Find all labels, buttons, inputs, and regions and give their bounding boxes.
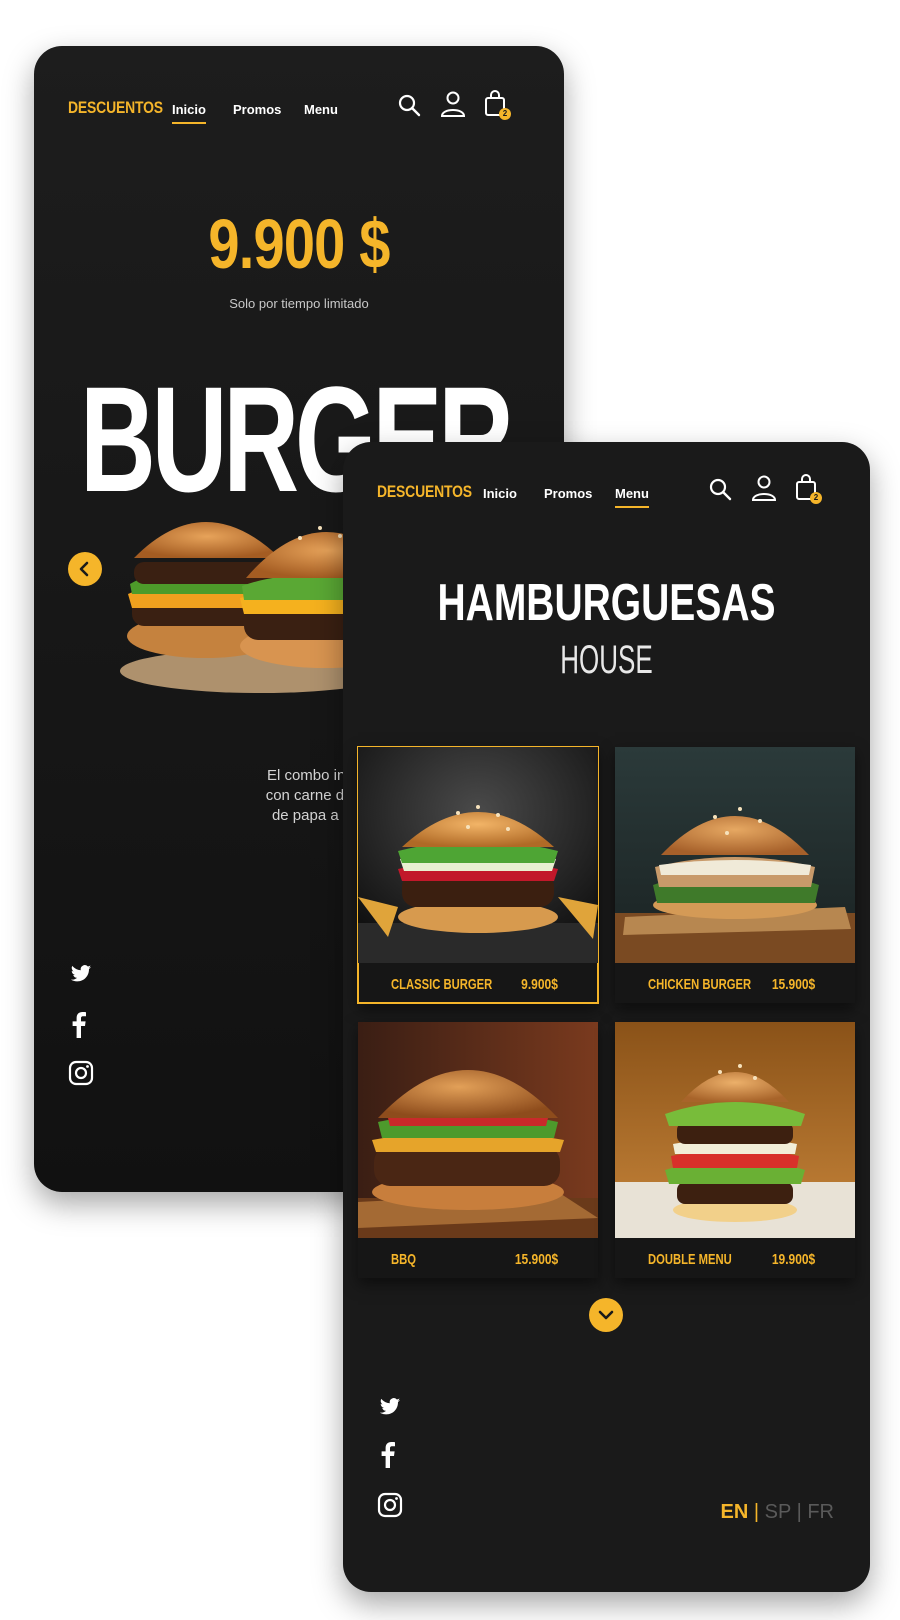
- classic-burger-image: [358, 747, 598, 963]
- nav-menu[interactable]: Menu: [304, 102, 338, 117]
- search-icon[interactable]: [707, 476, 733, 502]
- page-subtitle: HOUSE: [560, 638, 653, 682]
- brand-logo[interactable]: DESCUENTOS: [68, 98, 163, 118]
- menu-item-name: DOUBLE MENU: [648, 1251, 732, 1268]
- menu-item-price: 15.900$: [514, 1251, 558, 1268]
- lang-en[interactable]: EN: [721, 1501, 749, 1523]
- scroll-down-button[interactable]: [589, 1298, 623, 1332]
- cart-badge: 2: [810, 492, 822, 504]
- user-icon[interactable]: [440, 90, 466, 117]
- lang-separator: |: [796, 1501, 808, 1523]
- chevron-left-icon: [79, 561, 89, 577]
- facebook-icon[interactable]: [381, 1442, 405, 1468]
- chicken-burger-image: [615, 747, 855, 963]
- menu-card-double-menu[interactable]: DOUBLE MENU 19.900$: [615, 1022, 855, 1278]
- twitter-icon[interactable]: [379, 1397, 403, 1421]
- instagram-icon[interactable]: [68, 1060, 94, 1086]
- nav-promos[interactable]: Promos: [233, 102, 281, 117]
- twitter-icon[interactable]: [70, 964, 94, 988]
- page-title: HAMBURGUESAS: [437, 574, 776, 632]
- facebook-icon[interactable]: [72, 1012, 96, 1038]
- nav-inicio[interactable]: Inicio: [172, 102, 206, 124]
- menu-card-classic-burger[interactable]: CLASSIC BURGER 9.900$: [357, 746, 599, 1004]
- chevron-down-icon: [598, 1310, 614, 1320]
- cart-badge: 2: [499, 108, 511, 120]
- user-icon[interactable]: [751, 474, 777, 501]
- nav-menu[interactable]: Menu: [615, 486, 649, 508]
- search-icon[interactable]: [396, 92, 422, 118]
- menu-card-bbq[interactable]: BBQ 15.900$: [358, 1022, 598, 1278]
- menu-screen: DESCUENTOS Inicio Promos Menu 2 HAMBURGU…: [343, 442, 870, 1592]
- brand-logo[interactable]: DESCUENTOS: [377, 482, 472, 502]
- menu-item-name: CHICKEN BURGER: [648, 976, 752, 993]
- menu-card-chicken-burger[interactable]: CHICKEN BURGER 15.900$: [615, 747, 855, 1003]
- menu-item-name: BBQ: [391, 1251, 417, 1268]
- nav-promos[interactable]: Promos: [544, 486, 592, 501]
- menu-item-price: 19.900$: [771, 1251, 815, 1268]
- menu-item-price: 15.900$: [771, 976, 815, 993]
- double-menu-image: [615, 1022, 855, 1238]
- promo-price: 9.900 $: [208, 205, 390, 283]
- menu-item-price: 9.900$: [521, 976, 558, 993]
- lang-fr[interactable]: FR: [807, 1501, 834, 1523]
- prev-button[interactable]: [68, 552, 102, 586]
- bbq-burger-image: [358, 1022, 598, 1238]
- language-switcher: EN | SP | FR: [721, 1501, 834, 1524]
- lang-separator: |: [753, 1501, 765, 1523]
- promo-note: Solo por tiempo limitado: [229, 296, 369, 311]
- instagram-icon[interactable]: [377, 1492, 403, 1518]
- menu-item-name: CLASSIC BURGER: [391, 976, 493, 993]
- lang-sp[interactable]: SP: [765, 1501, 791, 1523]
- nav-inicio[interactable]: Inicio: [483, 486, 517, 501]
